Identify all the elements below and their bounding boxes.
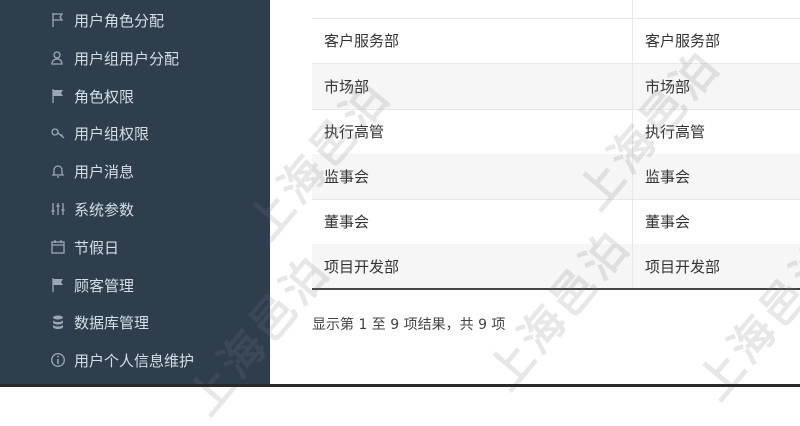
table-cell: 市场部 [324,78,370,96]
sidebar-item-role-permission[interactable]: 角色权限 [50,84,134,108]
table-cell: 市场部 [645,78,691,96]
table-row[interactable]: 董事会 董事会 [312,199,800,245]
main-content: 客户服务部 客户服务部 市场部 市场部 执行高管 执行高管 监事会 监事会 董事… [270,0,800,387]
sidebar-item-user-group-assign[interactable]: 用户组用户分配 [50,46,179,70]
sidebar-item-group-permission[interactable]: 用户组权限 [50,121,149,145]
table-cell: 项目开发部 [324,258,400,276]
table-cell: 项目开发部 [645,258,721,276]
table-cell: 董事会 [324,213,370,231]
sidebar-item-system-params[interactable]: 系统参数 [50,197,134,221]
table-cell: 执行高管 [324,123,385,141]
flag-solid-icon [50,88,66,104]
sidebar-item-user-messages[interactable]: 用户消息 [50,159,134,183]
sidebar-item-label: 角色权限 [74,87,135,106]
table-cell: 执行高管 [645,123,706,141]
table-cell: 董事会 [645,213,691,231]
sidebar-item-label: 用户组用户分配 [74,49,180,68]
sidebar-item-holidays[interactable]: 节假日 [50,235,119,259]
sidebar-item-label: 系统参数 [74,200,135,219]
flag-solid-icon [50,277,66,293]
sidebar-item-label: 用户组权限 [74,124,150,143]
column-divider [632,0,633,288]
sidebar-item-label: 顾客管理 [74,276,135,295]
info-icon [50,352,66,368]
users-icon [50,50,66,66]
sidebar-item-customer-mgmt[interactable]: 顾客管理 [50,273,134,297]
table-cell: 客户服务部 [645,32,721,50]
table-cell: 监事会 [324,168,370,186]
sidebar-item-label: 数据库管理 [74,313,150,332]
table-cell: 监事会 [645,168,691,186]
sidebar: 用户角色分配 用户组用户分配 角色权限 用户组权限 用户消息 系统参数 节假日 … [0,0,270,387]
table-bottom-border [312,288,800,290]
table-row[interactable]: 客户服务部 客户服务部 [312,18,800,64]
calendar-icon [50,239,66,255]
flag-icon [50,12,66,28]
bell-icon [50,163,66,179]
sidebar-item-label: 用户个人信息维护 [74,351,195,370]
database-icon [50,314,66,330]
sidebar-item-database-mgmt[interactable]: 数据库管理 [50,310,149,334]
sidebar-item-label: 节假日 [74,238,120,257]
table-cell: 客户服务部 [324,32,400,50]
table-row[interactable]: 项目开发部 项目开发部 [312,244,800,290]
table-row-partial [312,0,800,19]
key-icon [50,125,66,141]
pagination-summary: 显示第 1 至 9 项结果，共 9 项 [312,317,506,333]
sidebar-item-label: 用户消息 [74,162,135,181]
table-row[interactable]: 执行高管 执行高管 [312,109,800,155]
sidebar-item-user-role-assign[interactable]: 用户角色分配 [50,8,164,32]
table-row[interactable]: 市场部 市场部 [312,64,800,110]
sliders-icon [50,201,66,217]
table-row[interactable]: 监事会 监事会 [312,154,800,200]
sidebar-item-profile[interactable]: 用户个人信息维护 [50,348,194,372]
sidebar-item-label: 用户角色分配 [74,11,165,30]
